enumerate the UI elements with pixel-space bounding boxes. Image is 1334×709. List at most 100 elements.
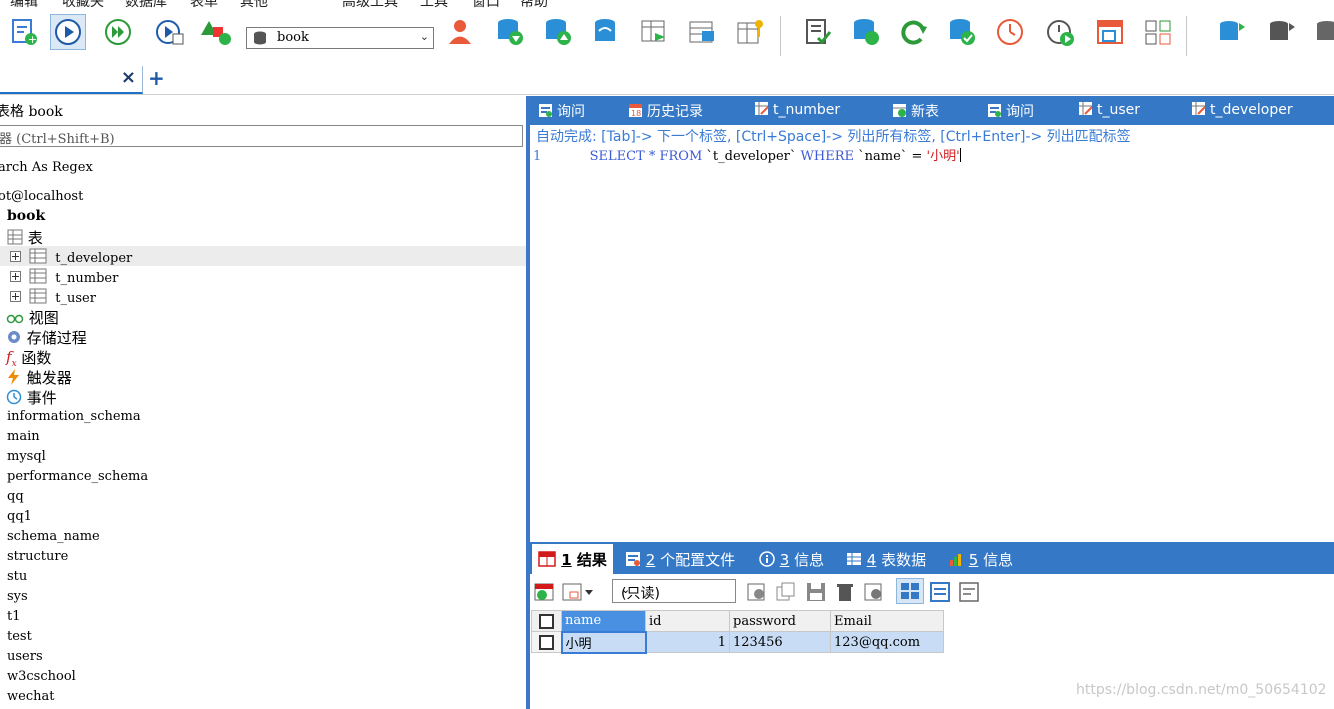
tree-item-functions[interactable]: fx 函数 [6,347,51,369]
tree-item-events[interactable]: 事件 [6,387,57,409]
shapes-icon[interactable] [198,14,234,50]
duplicate-row-icon[interactable] [776,582,796,606]
database-node-book[interactable]: book [7,208,45,224]
tree-item-triggers[interactable]: 触发器 [6,367,72,389]
menu-window[interactable]: 窗口 [472,0,500,8]
export-icon[interactable] [562,582,594,606]
database-node[interactable]: information_schema [7,409,141,424]
db-migrate-icon[interactable] [1264,14,1300,50]
tree-item-t-user[interactable]: t_user [10,288,96,308]
tab-query-1[interactable]: 询问 [538,101,585,121]
database-backup-icon[interactable] [492,14,528,50]
menu-favorites[interactable]: 收藏夹 [62,0,104,8]
tab-t-number[interactable]: t_number [754,101,840,118]
column-header-name[interactable]: name [561,610,646,632]
database-node[interactable]: w3cschool [7,669,76,684]
table-key-icon[interactable] [732,14,768,50]
menu-database[interactable]: 数据库 [125,0,167,8]
database-node[interactable]: schema_name [7,529,100,544]
refresh-grid-icon[interactable] [864,582,884,606]
column-header-password[interactable]: password [729,610,831,632]
run-event-icon[interactable] [1042,14,1078,50]
database-node[interactable]: users [7,649,43,664]
tab-info[interactable]: 5 信息 [948,549,1013,571]
menu-tools[interactable]: 工具 [420,0,448,8]
database-refresh-icon[interactable] [848,14,884,50]
expand-icon[interactable] [10,250,21,266]
add-tab-button[interactable]: + [148,66,165,90]
table-schema-icon[interactable] [636,14,672,50]
execute-all-icon[interactable] [100,14,136,50]
text-view-icon[interactable] [959,582,979,606]
cell-id[interactable]: 1 [645,631,730,653]
cell-password[interactable]: 123456 [729,631,831,653]
scheduler-icon[interactable] [992,14,1028,50]
database-node[interactable]: mysql [7,449,46,464]
tab-query-2[interactable]: 询问 [987,101,1034,121]
menu-edit[interactable]: 编辑 [10,0,38,8]
grid-mode-select[interactable]: (只读) ⌄ [612,579,736,603]
search-regex-option[interactable]: arch As Regex [0,160,93,175]
tab-new-table[interactable]: 新表 [892,101,939,121]
database-node[interactable]: wechat [7,689,54,704]
tree-item-t-number[interactable]: t_number [10,268,118,288]
menu-advanced-tools[interactable]: 高级工具 [342,0,398,8]
tree-item-procedures[interactable]: 存储过程 [6,327,87,349]
database-restore-icon[interactable] [540,14,576,50]
column-header-email[interactable]: Email [830,610,944,632]
database-select[interactable]: book ⌄ [246,27,434,49]
sql-editor-line[interactable]: 1 SELECT * FROM `t_developer` WHERE `nam… [533,145,961,164]
tab-profiles[interactable]: 2 个配置文件 [625,549,735,571]
tab-result[interactable]: 1 结果 [532,544,613,574]
form-view-icon[interactable] [930,582,950,606]
database-check-icon[interactable] [944,14,980,50]
delete-icon[interactable] [835,582,855,606]
user-manager-icon[interactable] [442,14,478,50]
menu-other[interactable]: 其他 [240,0,268,8]
database-node[interactable]: stu [7,569,27,584]
column-header-id[interactable]: id [645,610,730,632]
tab-messages[interactable]: 3 信息 [759,549,824,571]
refresh-icon[interactable] [896,14,932,50]
new-query-icon[interactable]: + [6,14,42,50]
row-checkbox[interactable] [531,631,562,653]
tab-t-developer[interactable]: t_developer [1191,101,1293,118]
object-tab[interactable]: × [0,66,143,94]
connection-node[interactable]: ot@localhost [0,189,83,204]
expand-icon[interactable] [10,270,21,286]
tab-table-data[interactable]: 4 表数据 [846,549,926,571]
query-log-icon[interactable] [800,14,836,50]
expand-icon[interactable] [10,290,21,306]
database-node[interactable]: structure [7,549,68,564]
db-sync-icon[interactable] [1214,14,1250,50]
add-row-icon[interactable] [534,582,554,606]
tree-item-views[interactable]: 视图 [6,307,59,328]
select-all-checkbox[interactable] [531,610,562,632]
tab-t-user[interactable]: t_user [1078,101,1140,118]
tab-history[interactable]: 18 历史记录 [628,101,703,121]
table-compare-icon[interactable] [1140,14,1176,50]
filter-rows-icon[interactable] [747,582,767,606]
database-node[interactable]: test [7,629,32,644]
table-layout-icon[interactable] [1092,14,1128,50]
database-node[interactable]: performance_schema [7,469,148,484]
database-node[interactable]: sys [7,589,28,604]
execute-icon[interactable] [50,14,86,50]
database-node[interactable]: main [7,429,40,444]
close-icon[interactable]: × [121,67,136,88]
table-copy-icon[interactable] [684,14,720,50]
cell-email[interactable]: 123@qq.com [830,631,944,653]
database-node[interactable]: qq1 [7,509,32,524]
execute-to-grid-icon[interactable] [152,14,188,50]
tree-item-t-developer[interactable]: t_developer [10,248,132,268]
db-more-icon[interactable] [1310,14,1334,50]
save-icon[interactable] [806,582,826,606]
panel-splitter[interactable] [526,96,530,709]
table-row[interactable]: 小明 1 123456 123@qq.com [531,630,944,654]
menu-help[interactable]: 帮助 [520,0,548,8]
grid-view-icon[interactable] [896,578,924,604]
database-node[interactable]: t1 [7,609,21,624]
database-node[interactable]: qq [7,489,24,504]
cell-name[interactable]: 小明 [560,630,647,654]
filter-input[interactable]: 器 (Ctrl+Shift+B) [0,125,523,147]
